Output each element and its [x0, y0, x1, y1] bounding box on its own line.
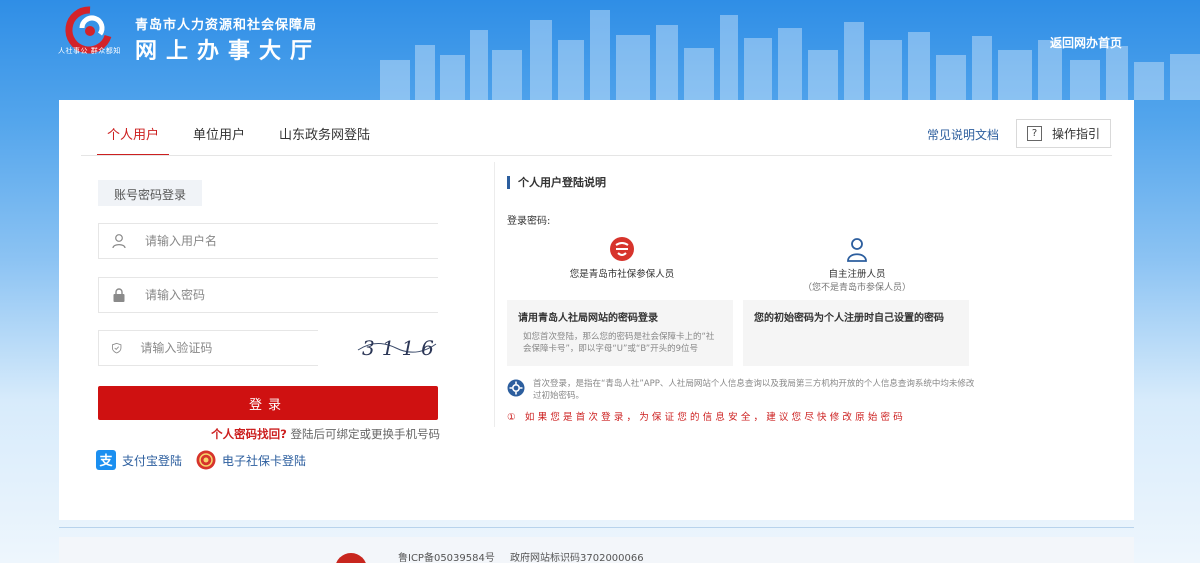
tabs-divider [81, 155, 1112, 156]
login-button[interactable]: 登录 [98, 386, 438, 420]
footer-divider [59, 527, 1134, 528]
security-warning: ① 如果您是首次登录，为保证您的信息安全，建议您尽快修改原始密码 [507, 412, 906, 423]
captcha-text: 3116 [362, 336, 438, 360]
registered-password-box: 您的初始密码为个人注册时自己设置的密码 [743, 300, 969, 366]
username-input[interactable] [145, 234, 395, 248]
icp-record[interactable]: 鲁ICP备05039584号 [398, 549, 495, 563]
guide-label: 操作指引 [1052, 127, 1101, 141]
username-field [98, 223, 438, 259]
question-icon: ? [1027, 126, 1042, 141]
user-icon [112, 234, 126, 249]
recover-password-link[interactable]: 个人密码找回? [211, 427, 287, 441]
lock-icon [113, 288, 125, 302]
logo-slogan: 人社事公 群众都知 [58, 47, 121, 55]
captcha-image[interactable]: 3116 [356, 328, 438, 366]
city-skyline-image [380, 10, 1200, 100]
password-field [98, 277, 438, 313]
captcha-field [98, 330, 318, 366]
org-name: 青岛市人力资源和社会保障局 [135, 18, 318, 33]
insured-person-option: 您是青岛市社保参保人员 [562, 236, 682, 280]
third-party-login: 支 支付宝登陆 电子社保卡登陆 [96, 450, 320, 470]
instructions-title: 个人用户登陆说明 [507, 176, 987, 189]
hall-name: 网上办事大厅 [135, 39, 322, 64]
alipay-login-label: 支付宝登陆 [122, 453, 183, 468]
shield-icon [111, 342, 122, 354]
tab-shandong-gov-login[interactable]: 山东政务网登陆 [269, 118, 380, 156]
registered-password-title: 您的初始密码为个人注册时自己设置的密码 [754, 313, 944, 324]
login-instructions: 个人用户登陆说明 登录密码: 您是青岛市社保参保人员 自主注册人员 （您不是青岛… [507, 176, 987, 423]
vertical-divider [494, 162, 495, 427]
login-card: 个人用户 单位用户 山东政务网登陆 常见说明文档 ? 操作指引 账号密码登录 请… [59, 100, 1134, 520]
tab-company-user[interactable]: 单位用户 [183, 118, 255, 156]
svg-text:支: 支 [98, 453, 113, 469]
insured-password-box: 请用青岛人社局网站的密码登录 如您首次登陆，那么您的密码是社会保障卡上的“社会保… [507, 300, 733, 366]
user-type-tabs: 个人用户 单位用户 山东政务网登陆 [97, 118, 394, 156]
password-label: 登录密码: [507, 216, 551, 227]
login-mode-tab[interactable]: 账号密码登录 [98, 180, 203, 206]
self-registered-option: 自主注册人员 （您不是青岛市参保人员） [797, 236, 917, 293]
home-link[interactable]: 返回网办首页 [1050, 34, 1122, 51]
insured-password-desc: 如您首次登陆，那么您的密码是社会保障卡上的“社会保障卡号”，即以字母“U”或“B… [523, 332, 715, 354]
page-header: 人社事公 群众都知 青岛市人力资源和社会保障局 网上办事大厅 返回网办首页 [0, 0, 1200, 100]
social-security-icon [610, 237, 634, 261]
gov-site-code: 政府网站标识码3702000066 [510, 553, 644, 563]
captcha-input[interactable] [140, 341, 318, 355]
help-docs-link[interactable]: 常见说明文档 [927, 126, 999, 143]
password-recovery: 个人密码找回? 登陆后可绑定或更换手机号码 [211, 426, 440, 442]
first-login-note: 首次登录，是指在“青岛人社”APP、人社局网站个人信息查询以及我局第三方机构开放… [507, 378, 977, 402]
social-card-login[interactable]: 电子社保卡登陆 [196, 450, 306, 470]
tab-personal-user[interactable]: 个人用户 [97, 118, 170, 156]
social-card-icon [196, 450, 216, 470]
password-input[interactable] [145, 288, 395, 302]
insured-password-title: 请用青岛人社局网站的密码登录 [518, 313, 658, 324]
insured-person-label: 您是青岛市社保参保人员 [569, 269, 675, 280]
self-registered-sub: （您不是青岛市参保人员） [802, 283, 911, 293]
alipay-login[interactable]: 支 支付宝登陆 [96, 450, 182, 470]
alipay-icon: 支 [96, 450, 116, 470]
settings-icon [507, 379, 525, 397]
first-login-note-text: 首次登录，是指在“青岛人社”APP、人社局网站个人信息查询以及我局第三方机构开放… [533, 379, 975, 401]
recover-hint: 登陆后可绑定或更换手机号码 [290, 427, 441, 441]
guide-button[interactable]: ? 操作指引 [1016, 119, 1111, 148]
person-icon [847, 238, 867, 262]
social-card-login-label: 电子社保卡登陆 [222, 453, 307, 468]
self-registered-label: 自主注册人员 [828, 269, 886, 280]
login-form: 账号密码登录 3116 登录 [96, 180, 440, 470]
